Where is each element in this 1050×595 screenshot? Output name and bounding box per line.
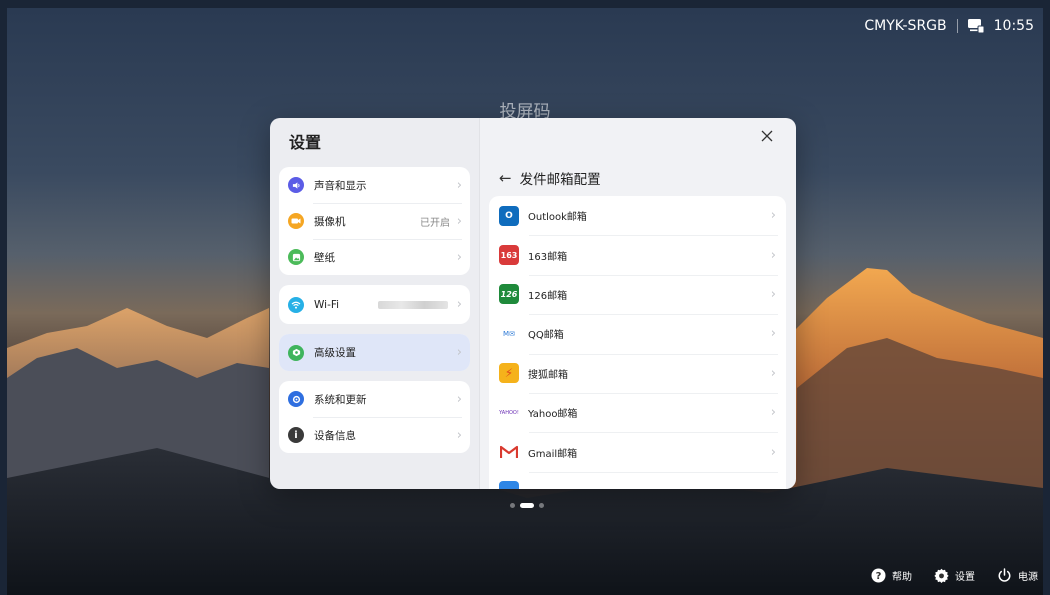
display-name: CMYK-SRGB — [864, 18, 947, 34]
settings-sidebar: 设置 声音和显示 › 摄像机 已开启 › 壁纸 › Wi-Fi › 高级设置 ›… — [270, 118, 479, 489]
dialog-title: 设置 — [289, 133, 322, 152]
sidebar-item-system-update[interactable]: 系统和更新 › — [279, 381, 470, 417]
sidebar-item-label: 系统和更新 — [314, 393, 367, 406]
sidebar-item-label: Wi-Fi — [314, 298, 340, 311]
chevron-right-icon: › — [456, 391, 462, 407]
mail-provider-list: O Outlook邮箱 › 163 163邮箱 › 126 126邮箱 › M✉… — [489, 196, 786, 489]
mail-item-label: 163邮箱 — [528, 251, 568, 263]
chevron-right-icon: › — [456, 249, 462, 265]
more-mail-icon — [499, 481, 519, 489]
screen-cast-icon[interactable] — [967, 19, 985, 34]
chevron-right-icon: › — [456, 213, 462, 229]
mail-item-label: Gmail邮箱 — [528, 448, 578, 460]
settings-dialog: 设置 声音和显示 › 摄像机 已开启 › 壁纸 › Wi-Fi › 高级设置 ›… — [270, 118, 796, 489]
camera-icon — [288, 213, 304, 229]
chevron-right-icon: › — [770, 208, 776, 224]
mail-item-label: 搜狐邮箱 — [528, 369, 568, 381]
mail-item-gmail[interactable]: Gmail邮箱 › — [489, 432, 786, 471]
mail-config-pane: ← 发件邮箱配置 O Outlook邮箱 › 163 163邮箱 › 126 1… — [479, 118, 796, 489]
svg-text:?: ? — [876, 571, 882, 582]
help-button[interactable]: ? 帮助 — [871, 568, 912, 583]
mail-item-label: Outlook邮箱 — [528, 212, 587, 224]
gmail-icon — [499, 442, 519, 463]
mail-item-qq[interactable]: M✉ QQ邮箱 › — [489, 314, 786, 353]
wifi-icon — [288, 296, 304, 313]
sidebar-item-label: 声音和显示 — [314, 179, 367, 192]
wallpaper-icon — [288, 249, 304, 265]
yahoo-mail-icon: YAHOO! — [499, 402, 519, 423]
camera-status-value: 已开启 — [420, 217, 450, 229]
gear-icon — [934, 568, 949, 583]
chevron-right-icon: › — [770, 326, 776, 342]
sidebar-item-label: 设备信息 — [314, 429, 356, 442]
mail-item-126[interactable]: 126 126邮箱 › — [489, 274, 786, 314]
settings-group-3: 高级设置 › — [279, 334, 470, 371]
page-dot[interactable] — [510, 503, 515, 508]
chevron-right-icon: › — [456, 177, 462, 193]
help-icon: ? — [871, 568, 886, 583]
back-arrow-icon[interactable]: ← — [499, 169, 512, 187]
settings-group-4: 系统和更新 › i 设备信息 › — [279, 381, 470, 453]
mail-item-163[interactable]: 163 163邮箱 › — [489, 235, 786, 274]
clock-time: 10:55 — [993, 18, 1034, 34]
settings-group-1: 声音和显示 › 摄像机 已开启 › 壁纸 › — [279, 167, 470, 275]
power-button[interactable]: 电源 — [997, 568, 1038, 583]
mail-163-icon: 163 — [499, 245, 519, 266]
mail-item-yahoo[interactable]: YAHOO! Yahoo邮箱 › — [489, 392, 786, 432]
sidebar-item-label: 高级设置 — [314, 347, 356, 359]
sidebar-item-wifi[interactable]: Wi-Fi › — [279, 285, 470, 324]
status-separator — [956, 19, 958, 33]
mail-config-header: ← 发件邮箱配置 — [499, 168, 601, 188]
sound-icon — [288, 177, 304, 193]
mail-item-outlook[interactable]: O Outlook邮箱 › — [489, 196, 786, 235]
system-update-icon — [288, 391, 304, 407]
page-dot-active[interactable] — [520, 503, 534, 508]
sohu-mail-icon: ⚡ — [499, 363, 519, 384]
qq-mail-icon: M✉ — [499, 323, 519, 344]
mail-item-label: Yahoo邮箱 — [528, 409, 578, 421]
mail-126-icon: 126 — [499, 284, 519, 305]
settings-label: 设置 — [955, 572, 975, 583]
chevron-right-icon: › — [770, 247, 776, 263]
mail-item-partial[interactable] — [489, 471, 786, 489]
chevron-right-icon: › — [456, 427, 462, 443]
wifi-network-name-blurred — [378, 300, 448, 309]
bottom-bar: ? 帮助 设置 电源 — [871, 568, 1038, 583]
help-label: 帮助 — [892, 572, 912, 583]
power-label: 电源 — [1018, 572, 1038, 583]
mail-item-label: QQ邮箱 — [528, 330, 564, 342]
mail-item-sohu[interactable]: ⚡ 搜狐邮箱 › — [489, 353, 786, 393]
sidebar-item-wallpaper[interactable]: 壁纸 › — [279, 239, 470, 275]
info-icon: i — [288, 427, 304, 443]
sidebar-item-sound-display[interactable]: 声音和显示 › — [279, 167, 470, 203]
advanced-settings-icon — [288, 344, 304, 361]
chevron-right-icon: › — [456, 345, 462, 360]
outlook-icon: O — [499, 205, 519, 226]
sidebar-item-advanced-settings[interactable]: 高级设置 › — [279, 334, 470, 371]
close-icon — [761, 130, 773, 142]
settings-group-2: Wi-Fi › — [279, 285, 470, 324]
close-button[interactable] — [758, 128, 776, 146]
mail-config-title: 发件邮箱配置 — [519, 172, 601, 188]
mail-item-label: 126邮箱 — [528, 290, 568, 302]
settings-button[interactable]: 设置 — [934, 568, 975, 583]
status-bar: CMYK-SRGB 10:55 — [864, 14, 1034, 38]
chevron-right-icon: › — [770, 405, 776, 421]
chevron-right-icon: › — [770, 444, 776, 460]
sidebar-item-label: 壁纸 — [314, 251, 335, 264]
chevron-right-icon: › — [770, 286, 776, 302]
power-icon — [997, 568, 1012, 583]
page-dot[interactable] — [539, 503, 544, 508]
sidebar-item-label: 摄像机 — [314, 215, 346, 228]
chevron-right-icon: › — [770, 365, 776, 381]
sidebar-item-device-info[interactable]: i 设备信息 › — [279, 417, 470, 453]
page-indicator — [510, 503, 544, 508]
chevron-right-icon: › — [456, 297, 462, 312]
sidebar-item-camera[interactable]: 摄像机 已开启 › — [279, 203, 470, 239]
